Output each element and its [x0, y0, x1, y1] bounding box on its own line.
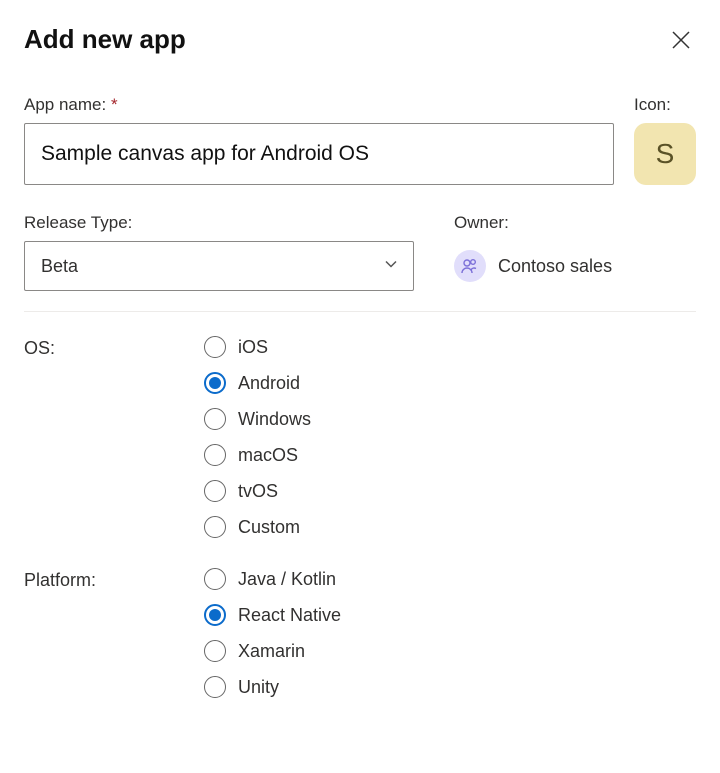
- app-name-label: App name: *: [24, 95, 614, 115]
- os-option-custom[interactable]: Custom: [204, 516, 311, 538]
- close-icon: [670, 29, 692, 51]
- radio-icon: [204, 372, 226, 394]
- radio-label: iOS: [238, 337, 268, 358]
- platform-option-xamarin[interactable]: Xamarin: [204, 640, 341, 662]
- radio-icon: [204, 568, 226, 590]
- owner-label: Owner:: [454, 213, 612, 233]
- icon-label: Icon:: [634, 95, 696, 115]
- platform-radio-group: Java / Kotlin React Native Xamarin Unity: [204, 568, 341, 698]
- owner-avatar-icon: [454, 250, 486, 282]
- app-icon-letter: S: [656, 138, 675, 170]
- platform-option-java-kotlin[interactable]: Java / Kotlin: [204, 568, 341, 590]
- radio-icon: [204, 444, 226, 466]
- radio-icon: [204, 336, 226, 358]
- platform-label: Platform:: [24, 568, 204, 698]
- radio-label: macOS: [238, 445, 298, 466]
- radio-label: Windows: [238, 409, 311, 430]
- close-button[interactable]: [666, 25, 696, 55]
- os-radio-group: iOS Android Windows macOS tvOS Custom: [204, 336, 311, 538]
- radio-icon: [204, 640, 226, 662]
- radio-label: Xamarin: [238, 641, 305, 662]
- radio-icon: [204, 408, 226, 430]
- radio-icon: [204, 516, 226, 538]
- release-type-select[interactable]: Beta: [24, 241, 414, 291]
- platform-option-unity[interactable]: Unity: [204, 676, 341, 698]
- platform-option-react-native[interactable]: React Native: [204, 604, 341, 626]
- app-icon-preview[interactable]: S: [634, 123, 696, 185]
- owner-value[interactable]: Contoso sales: [454, 241, 612, 291]
- divider: [24, 311, 696, 312]
- release-type-label: Release Type:: [24, 213, 414, 233]
- dialog-title: Add new app: [24, 24, 186, 55]
- chevron-down-icon: [383, 256, 399, 277]
- os-option-ios[interactable]: iOS: [204, 336, 311, 358]
- required-indicator: *: [111, 95, 118, 114]
- owner-name: Contoso sales: [498, 256, 612, 277]
- os-option-macos[interactable]: macOS: [204, 444, 311, 466]
- radio-label: tvOS: [238, 481, 278, 502]
- os-label: OS:: [24, 336, 204, 538]
- app-name-input[interactable]: [24, 123, 614, 185]
- radio-label: Java / Kotlin: [238, 569, 336, 590]
- radio-label: Unity: [238, 677, 279, 698]
- os-option-tvos[interactable]: tvOS: [204, 480, 311, 502]
- radio-label: Custom: [238, 517, 300, 538]
- os-option-windows[interactable]: Windows: [204, 408, 311, 430]
- radio-icon: [204, 480, 226, 502]
- radio-label: React Native: [238, 605, 341, 626]
- radio-icon: [204, 676, 226, 698]
- radio-label: Android: [238, 373, 300, 394]
- os-option-android[interactable]: Android: [204, 372, 311, 394]
- release-type-value: Beta: [41, 256, 78, 277]
- radio-icon: [204, 604, 226, 626]
